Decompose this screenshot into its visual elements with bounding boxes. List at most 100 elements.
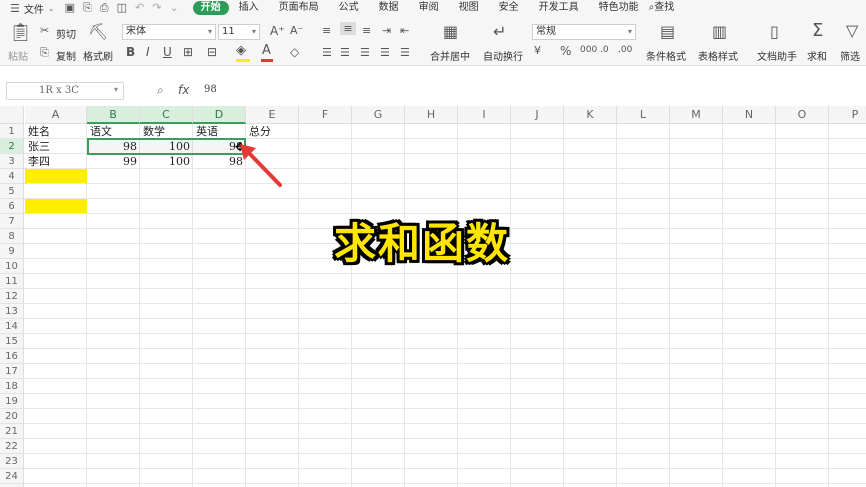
cell-c1[interactable]: 数学 <box>140 124 193 139</box>
row-header-8[interactable]: 8 <box>0 229 24 244</box>
redo-icon[interactable]: ↷ <box>152 1 161 15</box>
cell-a2[interactable]: 张三 <box>25 139 87 154</box>
cell-b2[interactable]: 98 <box>87 139 140 154</box>
justify-icon[interactable]: ☰ <box>380 46 390 59</box>
cell-d1[interactable]: 英语 <box>193 124 246 139</box>
percent-icon[interactable]: % <box>560 44 571 58</box>
column-header-h[interactable]: H <box>405 106 458 124</box>
increase-font-icon[interactable]: A⁺ <box>270 24 285 38</box>
cell-c2[interactable]: 100 <box>140 139 193 154</box>
column-header-p[interactable]: P <box>829 106 866 124</box>
column-header-f[interactable]: F <box>299 106 352 124</box>
row-header-16[interactable]: 16 <box>0 349 24 364</box>
merge-center-button[interactable]: 合并居中 <box>430 48 470 63</box>
column-header-c[interactable]: C <box>140 106 193 124</box>
column-header-j[interactable]: J <box>511 106 564 124</box>
fx-icon[interactable]: fx <box>178 83 189 97</box>
align-center-icon[interactable]: ☰ <box>340 46 350 59</box>
tab-developer[interactable]: 开发工具 <box>529 0 589 16</box>
tab-home[interactable]: 开始 <box>192 1 229 15</box>
align-bottom-icon[interactable]: ≡ <box>362 24 371 37</box>
print-preview-icon[interactable]: ◫ <box>117 1 127 15</box>
number-format-select[interactable]: 常规 ▾ <box>532 24 636 40</box>
column-header-l[interactable]: L <box>617 106 670 124</box>
font-size-select[interactable]: 11 ▾ <box>218 24 260 40</box>
spreadsheet-grid[interactable]: ABCDEFGHIJKLMNOP 1 2 3 4 5 6 7 8 9 10 11 12 13 14 15 16… <box>0 106 866 487</box>
formula-input[interactable]: 98 <box>204 84 217 95</box>
row-header-3[interactable]: 3 <box>0 154 24 169</box>
font-name-select[interactable]: 宋体 ▾ <box>122 24 216 40</box>
chevron-down-icon[interactable]: ▾ <box>114 85 118 94</box>
column-header-g[interactable]: G <box>352 106 405 124</box>
fill-color-icon[interactable]: ◈ <box>236 43 246 58</box>
conditional-format-button[interactable]: 条件格式 <box>646 48 686 63</box>
column-header-i[interactable]: I <box>458 106 511 124</box>
row-header-18[interactable]: 18 <box>0 379 24 394</box>
increase-decimal-icon[interactable]: .0 <box>600 45 609 55</box>
tab-data[interactable]: 数据 <box>369 0 409 16</box>
hamburger-icon[interactable]: ☰ <box>10 2 20 15</box>
cut-icon[interactable]: ✂ <box>40 24 49 37</box>
column-header-m[interactable]: M <box>670 106 723 124</box>
font-color-icon[interactable]: A <box>262 43 271 58</box>
tab-view[interactable]: 视图 <box>449 0 489 16</box>
sum-button[interactable]: 求和 <box>807 48 827 63</box>
row-header-15[interactable]: 15 <box>0 334 24 349</box>
wrap-text-button[interactable]: 自动换行 <box>483 48 523 63</box>
border-icon[interactable]: ⊞ <box>183 45 193 59</box>
cell-a3[interactable]: 李四 <box>25 154 87 169</box>
column-header-o[interactable]: O <box>776 106 829 124</box>
column-header-n[interactable]: N <box>723 106 776 124</box>
name-box[interactable]: 1R x 3C <box>6 82 124 100</box>
paste-button[interactable]: 粘贴 <box>8 48 28 63</box>
currency-icon[interactable]: ¥ <box>534 44 541 57</box>
distribute-icon[interactable]: ☰ <box>400 46 410 59</box>
column-header-k[interactable]: K <box>564 106 617 124</box>
row-header-5[interactable]: 5 <box>0 184 24 199</box>
clear-format-icon[interactable]: ◇ <box>290 45 299 59</box>
row-header-1[interactable]: 1 <box>0 124 24 139</box>
cell-b1[interactable]: 语文 <box>87 124 140 139</box>
print-icon[interactable]: ⎙ <box>100 1 109 15</box>
export-icon[interactable]: ⎘ <box>83 1 92 15</box>
cell-c3[interactable]: 100 <box>140 154 193 169</box>
paste-icon[interactable]: 📋︎ <box>9 22 32 43</box>
cell-a1[interactable]: 姓名 <box>25 124 87 139</box>
align-right-icon[interactable]: ☰ <box>360 46 370 59</box>
row-header-10[interactable]: 10 <box>0 259 24 274</box>
file-menu-label[interactable]: 文件 <box>24 1 44 16</box>
row-header-2[interactable]: 2 <box>0 139 24 154</box>
table-style-icon[interactable]: ▥ <box>712 22 727 41</box>
tab-search[interactable]: ⌕查找 <box>649 0 685 16</box>
filter-button[interactable]: 筛选 <box>840 48 860 63</box>
column-header-a[interactable]: A <box>25 106 87 124</box>
format-painter-button[interactable]: 格式刷 <box>83 48 113 63</box>
align-top-icon[interactable]: ≡ <box>322 24 331 37</box>
cut-button[interactable]: 剪切 <box>56 26 76 41</box>
indent-icon[interactable]: ⇥ <box>382 24 391 37</box>
cell-b3[interactable]: 99 <box>87 154 140 169</box>
conditional-format-icon[interactable]: ▤ <box>660 22 675 41</box>
row-header-19[interactable]: 19 <box>0 394 24 409</box>
chevron-down-icon[interactable]: ⌄ <box>48 4 55 13</box>
decrease-decimal-icon[interactable]: .00 <box>618 45 632 55</box>
row-header-11[interactable]: 11 <box>0 274 24 289</box>
merge-cell-icon[interactable]: ⊟ <box>207 45 217 59</box>
cell-e1[interactable]: 总分 <box>246 124 299 139</box>
row-header-23[interactable]: 23 <box>0 454 24 469</box>
tab-page-layout[interactable]: 页面布局 <box>269 0 329 16</box>
row-header-22[interactable]: 22 <box>0 439 24 454</box>
more-icon[interactable]: ⌄ <box>169 1 178 15</box>
table-style-button[interactable]: 表格样式 <box>698 48 738 63</box>
tab-review[interactable]: 审阅 <box>409 0 449 16</box>
doc-assistant-icon[interactable]: ▯ <box>770 22 779 41</box>
column-header-b[interactable]: B <box>87 106 140 124</box>
row-header-6[interactable]: 6 <box>0 199 24 214</box>
tab-features[interactable]: 特色功能 <box>589 0 649 16</box>
save-icon[interactable]: ▣ <box>65 1 75 15</box>
thousands-icon[interactable]: 000 <box>580 45 597 55</box>
row-header-20[interactable]: 20 <box>0 409 24 424</box>
row-header-21[interactable]: 21 <box>0 424 24 439</box>
zoom-icon[interactable]: ⌕ <box>157 83 164 98</box>
row-header-9[interactable]: 9 <box>0 244 24 259</box>
